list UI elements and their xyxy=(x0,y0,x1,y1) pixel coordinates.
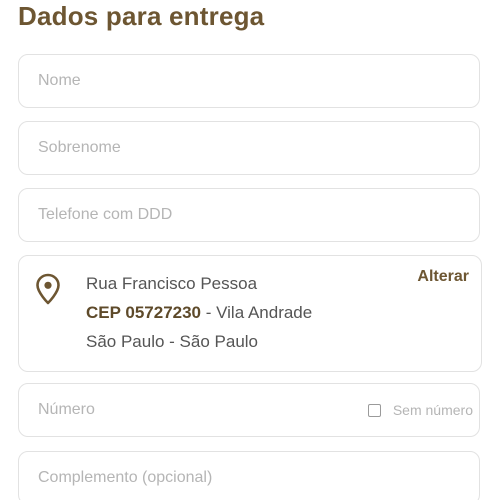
address-details: Rua Francisco Pessoa CEP 05727230 - Vila… xyxy=(86,269,312,356)
nome-input[interactable] xyxy=(38,55,338,107)
nome-field-box xyxy=(18,54,480,108)
alterar-address-button[interactable]: Alterar xyxy=(417,268,469,286)
numero-input[interactable] xyxy=(38,384,318,436)
address-city-state: São Paulo - São Paulo xyxy=(86,332,259,351)
address-cep-line: CEP 05727230 - Vila Andrade xyxy=(86,298,312,327)
sobrenome-input[interactable] xyxy=(38,122,338,174)
complemento-field-box xyxy=(18,451,480,500)
telefone-field-box xyxy=(18,188,480,242)
sem-numero-checkbox[interactable] xyxy=(367,403,381,417)
complemento-input[interactable] xyxy=(38,452,338,500)
sem-numero-option[interactable]: Sem número xyxy=(367,402,473,418)
telefone-input[interactable] xyxy=(38,189,338,241)
address-neighborhood: - Vila Andrade xyxy=(201,303,313,322)
numero-field-box: Sem número xyxy=(18,383,480,437)
address-cep: CEP 05727230 xyxy=(86,303,202,322)
map-pin-icon xyxy=(36,273,60,305)
sem-numero-label: Sem número xyxy=(392,402,473,418)
page-title: Dados para entrega xyxy=(18,1,265,31)
address-card: Rua Francisco Pessoa CEP 05727230 - Vila… xyxy=(18,255,482,372)
address-street: Rua Francisco Pessoa xyxy=(86,274,258,293)
delivery-form-page: Dados para entrega Rua Francisco Pessoa … xyxy=(0,0,500,500)
sobrenome-field-box xyxy=(18,121,480,175)
